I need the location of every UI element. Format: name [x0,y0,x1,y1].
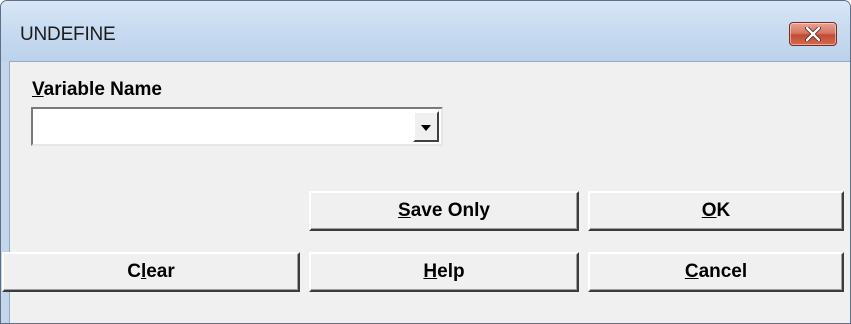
save-only-button[interactable]: Save Only [309,191,579,231]
ok-label: OK [701,200,731,221]
ok-button[interactable]: OK [588,191,844,231]
variable-name-label: Variable Name [32,79,162,101]
close-button[interactable] [789,22,837,46]
title-bar[interactable]: UNDEFINE [1,1,850,61]
clear-label: Clear [127,261,175,282]
help-button[interactable]: Help [309,252,579,292]
variable-name-label-text: ariable Name [43,79,162,100]
cancel-label: Cancel [684,261,748,282]
undefine-dialog: UNDEFINE Variable Name Save Only OK Clea… [0,0,851,324]
help-label: Help [423,261,465,282]
cancel-button[interactable]: Cancel [588,252,844,292]
combobox-dropdown-button[interactable] [413,111,439,142]
close-x-icon [790,23,836,45]
clear-button[interactable]: Clear [2,252,300,292]
dialog-body: Variable Name Save Only OK Clear Help Ca… [2,61,850,323]
chevron-down-icon [421,118,431,136]
variable-name-combobox[interactable] [31,107,443,146]
window-title: UNDEFINE [20,24,116,45]
variable-name-mnemonic: V [32,79,44,100]
save-only-label: Save Only [398,200,490,221]
